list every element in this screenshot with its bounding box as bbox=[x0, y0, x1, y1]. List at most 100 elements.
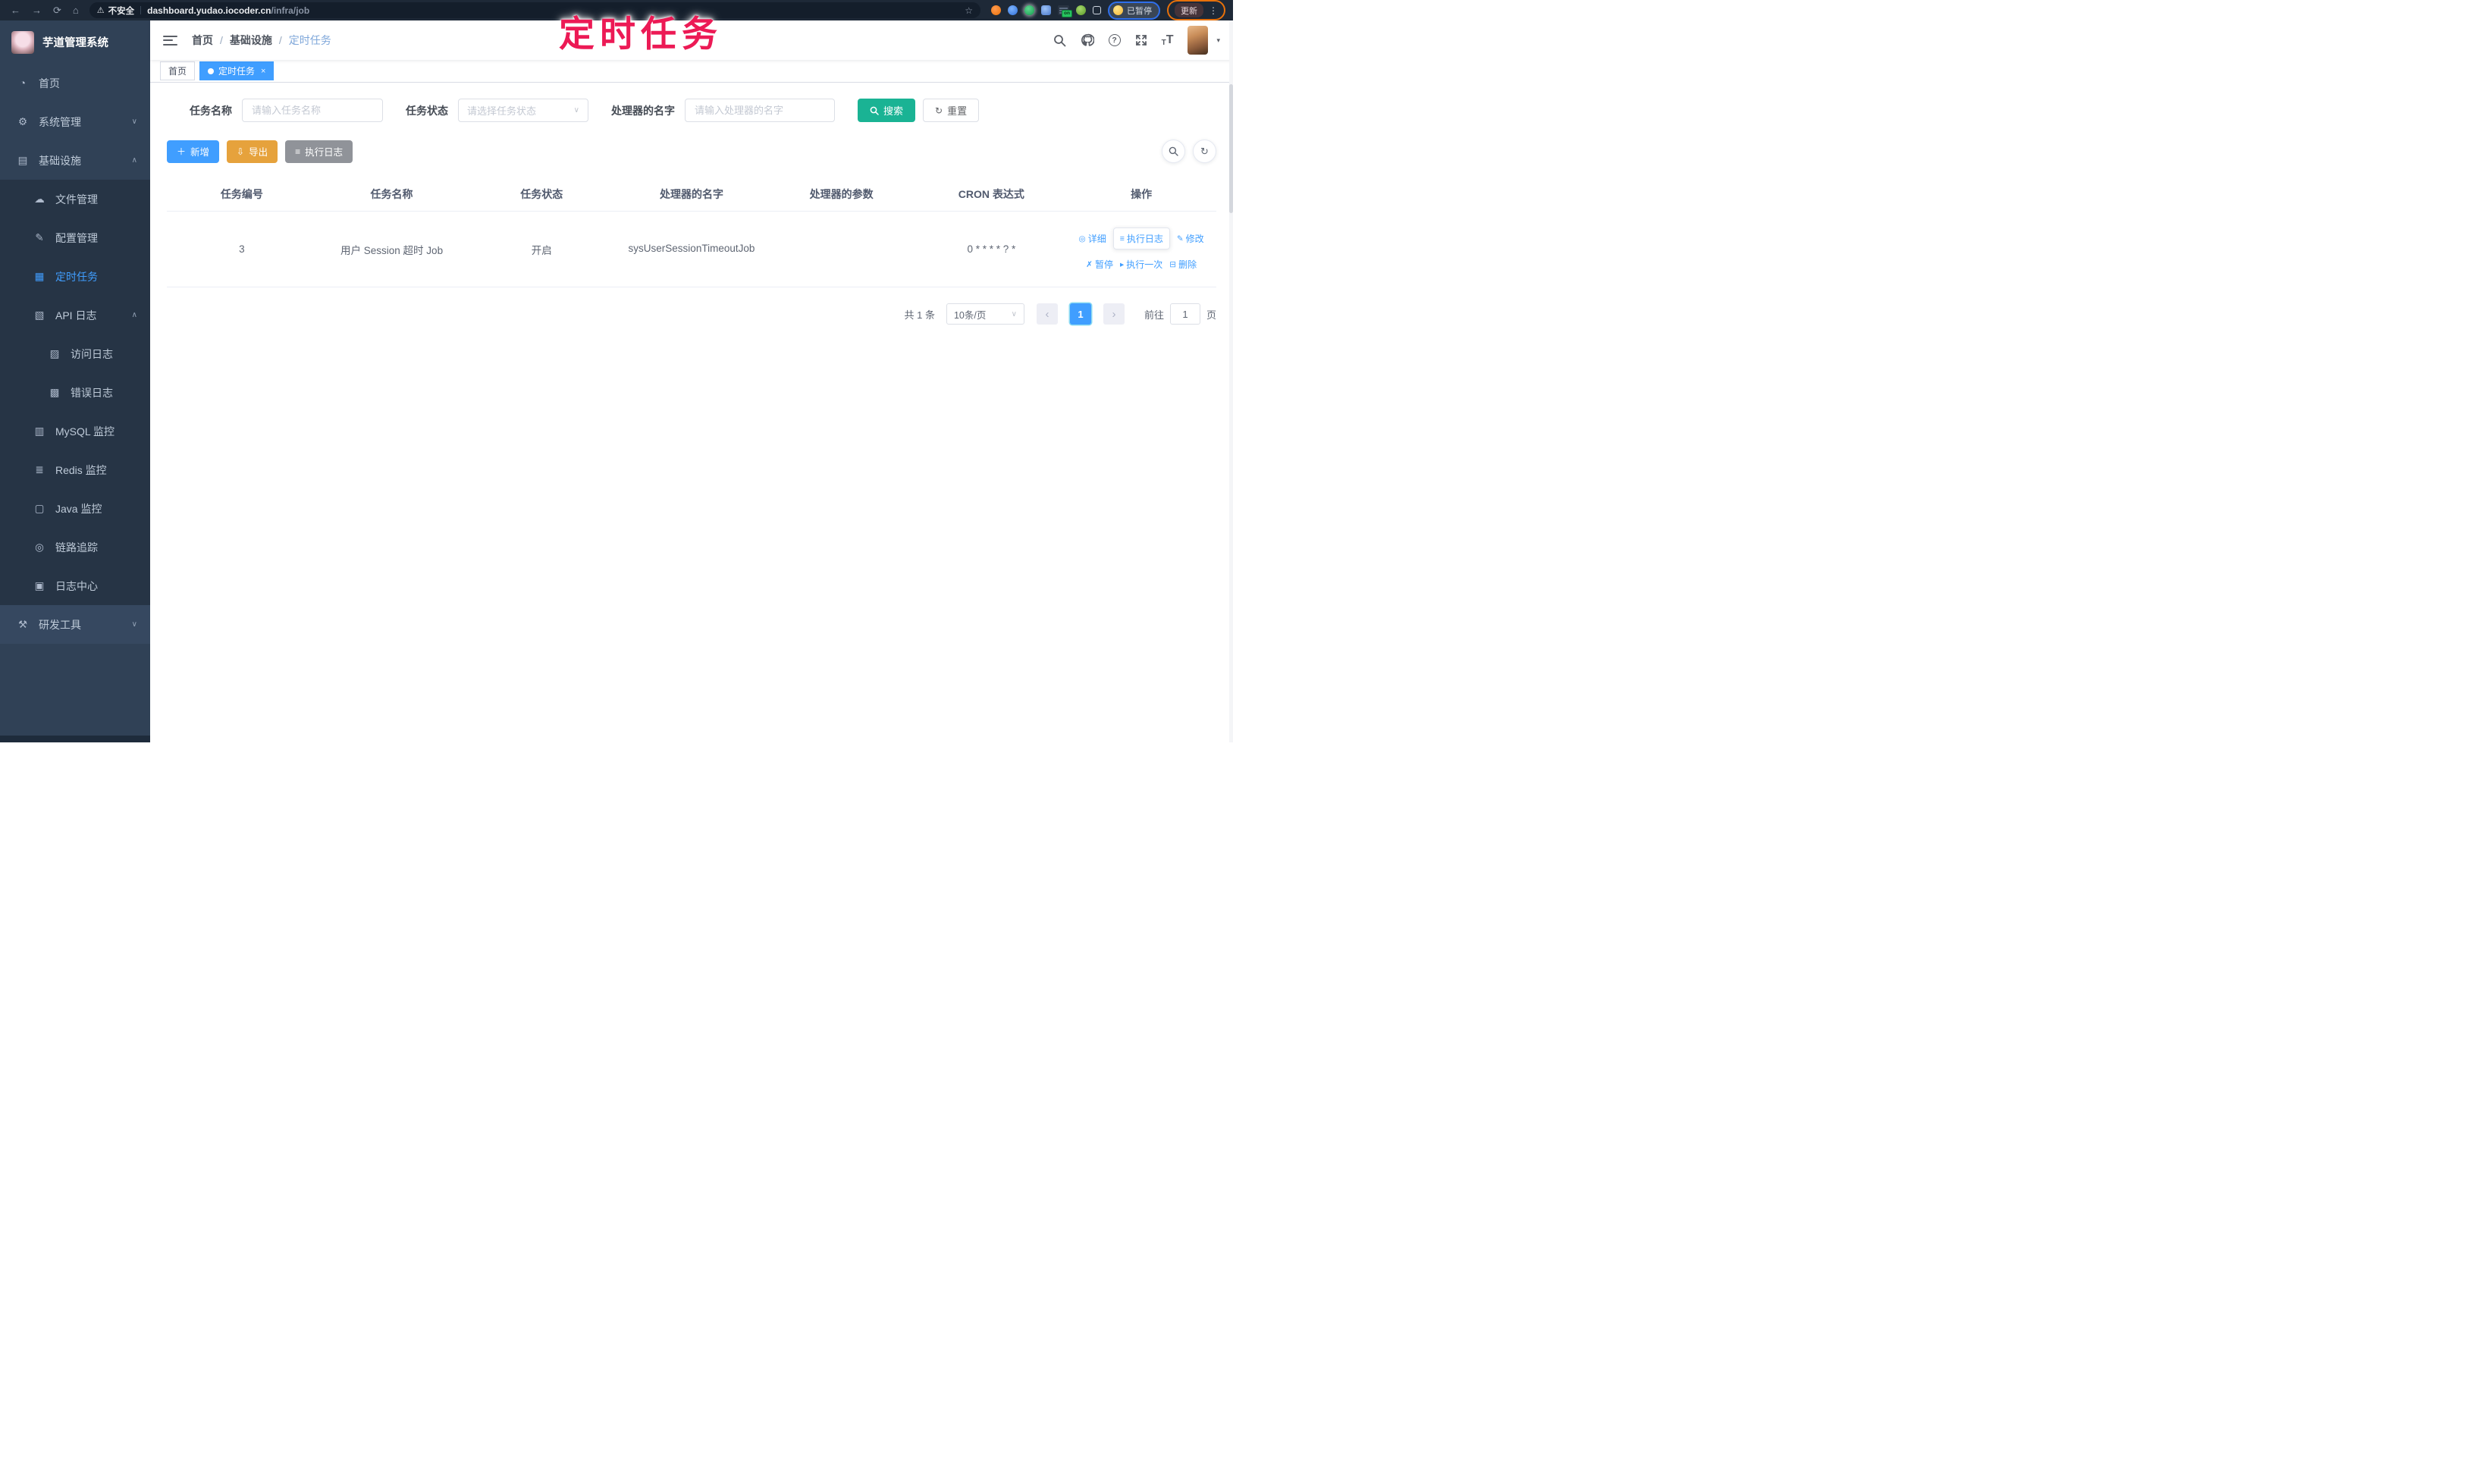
extension-blue-icon[interactable] bbox=[1008, 5, 1018, 15]
job-name-field-group: 任务名称 bbox=[190, 99, 383, 122]
sidebar-item-label: API 日志 bbox=[55, 309, 97, 322]
paused-extension-chip[interactable]: 已暂停 bbox=[1108, 1, 1160, 20]
jobs-table: 任务编号 任务名称 任务状态 处理器的名字 处理器的参数 CRON 表达式 操作… bbox=[167, 177, 1216, 287]
extension-list-icon[interactable]: on bbox=[1058, 5, 1072, 17]
hamburger-icon[interactable] bbox=[163, 35, 177, 45]
col-cron: CRON 表达式 bbox=[916, 177, 1067, 212]
detail-link[interactable]: ◎ 详细 bbox=[1079, 232, 1106, 245]
export-button[interactable]: ⇩ 导出 bbox=[227, 140, 278, 163]
reload-icon[interactable]: ⟳ bbox=[53, 5, 61, 17]
bookmark-star-icon[interactable]: ☆ bbox=[965, 5, 973, 16]
handler-name-text: sysUserSessionTimeoutJob bbox=[628, 243, 755, 255]
home-icon[interactable]: ⌂ bbox=[73, 5, 79, 16]
run-once-link-label: 执行一次 bbox=[1126, 259, 1163, 270]
refresh-table-icon[interactable]: ↻ bbox=[1193, 140, 1216, 163]
actions-row-2: ✗ 暂停 ▸ 执行一次 ⊟ 删除 bbox=[1069, 258, 1213, 271]
extension-grid-icon[interactable] bbox=[1041, 5, 1051, 15]
delete-link[interactable]: ⊟ 删除 bbox=[1169, 258, 1197, 271]
forward-icon[interactable]: → bbox=[32, 5, 42, 16]
extension-green-check-icon[interactable] bbox=[1024, 5, 1034, 15]
sidebar-item-java-monitor[interactable]: ▢ Java 监控 bbox=[0, 489, 150, 528]
list-icon: ≡ bbox=[295, 146, 301, 157]
sidebar-item-system-management[interactable]: ⚙ 系统管理 ∨ bbox=[0, 102, 150, 141]
cell-cron: 0 * * * * ? * bbox=[916, 211, 1067, 287]
next-page-button[interactable]: › bbox=[1103, 303, 1125, 325]
app-logo-icon bbox=[11, 30, 34, 54]
sidebar-item-log-center[interactable]: ▣ 日志中心 bbox=[0, 566, 150, 605]
extension-orange-icon[interactable] bbox=[991, 5, 1001, 15]
tab-home[interactable]: 首页 bbox=[160, 61, 196, 80]
handler-name-input[interactable] bbox=[685, 99, 835, 122]
edit-link[interactable]: ✎ 修改 bbox=[1177, 232, 1204, 245]
sidebar-item-home[interactable]: ◔ 首页 bbox=[0, 64, 150, 102]
back-icon[interactable]: ← bbox=[11, 5, 20, 16]
gear-icon: ⚙ bbox=[17, 115, 28, 127]
fullscreen-icon[interactable] bbox=[1135, 34, 1147, 46]
browser-address-bar[interactable]: ⚠ 不安全 dashboard.yudao.iocoder.cn /infra/… bbox=[89, 2, 980, 18]
sidebar-item-trace[interactable]: ◎ 链路追踪 bbox=[0, 528, 150, 566]
chevron-up-icon: ∧ bbox=[131, 311, 137, 319]
sidebar-item-label: 错误日志 bbox=[71, 386, 113, 399]
search-toggle-icon[interactable] bbox=[1162, 140, 1185, 163]
sidebar-item-label: 系统管理 bbox=[39, 115, 81, 128]
user-avatar[interactable] bbox=[1188, 26, 1209, 55]
execution-log-button[interactable]: ≡ 执行日志 bbox=[285, 140, 353, 163]
sidebar-item-error-logs[interactable]: ▩ 错误日志 bbox=[0, 373, 150, 412]
redis-icon: ≣ bbox=[35, 463, 44, 475]
help-icon[interactable]: ? bbox=[1108, 34, 1121, 46]
current-page-button[interactable]: 1 bbox=[1069, 303, 1091, 325]
breadcrumb-current: 定时任务 bbox=[288, 34, 331, 46]
col-handler-name: 处理器的名字 bbox=[616, 177, 767, 212]
github-icon[interactable] bbox=[1081, 33, 1094, 47]
job-status-select[interactable]: 请选择任务状态 ∨ bbox=[458, 99, 588, 122]
sidebar-menu: ◔ 首页 ⚙ 系统管理 ∨ ▤ 基础设施 ∧ ☁ 文件管理 ✎ 配置管理 ▦ 定… bbox=[0, 64, 150, 736]
app-logo[interactable]: 芋道管理系统 bbox=[0, 20, 150, 64]
update-button[interactable]: 更新 bbox=[1175, 3, 1203, 17]
job-name-input[interactable] bbox=[242, 99, 383, 122]
sidebar-item-config-management[interactable]: ✎ 配置管理 bbox=[0, 218, 150, 257]
java-monitor-icon: ▢ bbox=[34, 502, 45, 514]
paused-label: 已暂停 bbox=[1127, 6, 1152, 16]
search-button[interactable]: 搜索 bbox=[858, 99, 916, 122]
breadcrumb-separator: / bbox=[278, 34, 282, 46]
goto-page-input[interactable] bbox=[1169, 303, 1200, 325]
cell-handler-name: sysUserSessionTimeoutJob bbox=[616, 211, 767, 287]
scrollbar-thumb[interactable] bbox=[1229, 84, 1233, 213]
infrastructure-icon: ▤ bbox=[17, 154, 28, 166]
reset-button[interactable]: ↻ 重置 bbox=[923, 99, 980, 122]
page-scrollbar[interactable] bbox=[1229, 20, 1233, 742]
api-log-icon: ▧ bbox=[34, 309, 45, 321]
add-button[interactable]: ＋ 新增 bbox=[167, 140, 220, 163]
prev-page-button[interactable]: ‹ bbox=[1036, 303, 1058, 325]
tab-close-icon[interactable]: × bbox=[261, 67, 265, 76]
breadcrumb-infrastructure[interactable]: 基础设施 bbox=[230, 33, 272, 48]
extension-tool-icon[interactable] bbox=[1076, 5, 1086, 15]
sidebar-item-mysql-monitor[interactable]: ▥ MySQL 监控 bbox=[0, 412, 150, 450]
plus-icon: ＋ bbox=[177, 146, 187, 157]
job-name-label: 任务名称 bbox=[190, 104, 232, 117]
sidebar-item-scheduled-jobs[interactable]: ▦ 定时任务 bbox=[0, 257, 150, 296]
browser-menu-icon[interactable]: ⋮ bbox=[1209, 5, 1218, 16]
page-size-select[interactable]: 10条/页 ∨ bbox=[946, 303, 1024, 325]
export-button-label: 导出 bbox=[249, 147, 268, 158]
job-log-link[interactable]: ≡ 执行日志 bbox=[1112, 227, 1170, 249]
sidebar-item-redis-monitor[interactable]: ≣ Redis 监控 bbox=[0, 450, 150, 489]
url-path: /infra/job bbox=[271, 5, 310, 16]
sidebar-item-api-logs[interactable]: ▧ API 日志 ∧ bbox=[0, 296, 150, 334]
search-icon[interactable] bbox=[1053, 34, 1066, 47]
tab-scheduled-jobs[interactable]: 定时任务 × bbox=[199, 61, 275, 80]
table-toolbar: ＋ 新增 ⇩ 导出 ≡ 执行日志 ↻ bbox=[167, 140, 1216, 163]
font-size-icon[interactable]: TT bbox=[1162, 33, 1174, 47]
sidebar-item-file-management[interactable]: ☁ 文件管理 bbox=[0, 180, 150, 218]
run-once-link[interactable]: ▸ 执行一次 bbox=[1120, 258, 1162, 271]
sidebar-item-label: MySQL 监控 bbox=[55, 425, 115, 438]
sidebar-item-access-logs[interactable]: ▨ 访问日志 bbox=[0, 334, 150, 373]
extensions-puzzle-icon[interactable] bbox=[1093, 6, 1101, 14]
sidebar-item-dev-tools[interactable]: ⚒ 研发工具 ∨ bbox=[0, 605, 150, 644]
goto-label: 前往 bbox=[1144, 309, 1164, 321]
caret-down-icon[interactable]: ▾ bbox=[1216, 36, 1220, 45]
url-host: dashboard.yudao.iocoder.cn bbox=[147, 5, 271, 16]
breadcrumb-home[interactable]: 首页 bbox=[192, 33, 213, 48]
sidebar-item-infrastructure[interactable]: ▤ 基础设施 ∧ bbox=[0, 141, 150, 180]
pause-link[interactable]: ✗ 暂停 bbox=[1086, 258, 1113, 271]
